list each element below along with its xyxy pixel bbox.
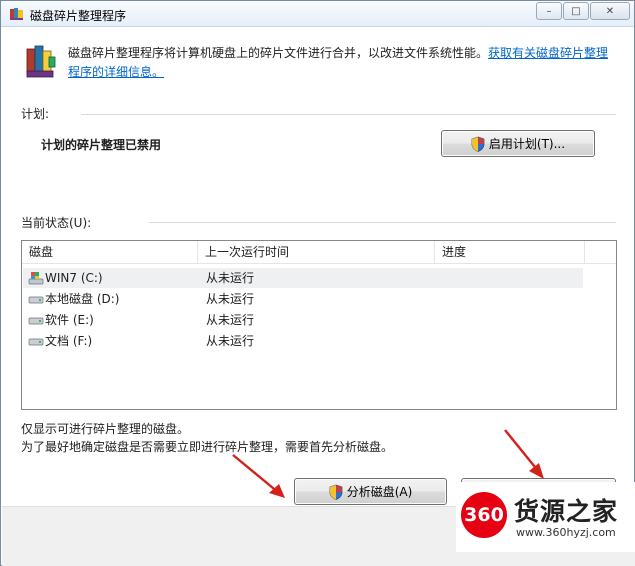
disk-last-run: 从未运行 — [206, 334, 255, 348]
close-button[interactable]: ✕ — [590, 2, 630, 20]
intro-description: 磁盘碎片整理程序将计算机硬盘上的碎片文件进行合并，以改进文件系统性能。 — [68, 46, 489, 60]
enable-schedule-button[interactable]: 启用计划(T)... — [441, 130, 595, 157]
analyze-disk-button[interactable]: 分析磁盘(A) — [294, 478, 447, 505]
hard-drive-icon — [28, 317, 44, 325]
title-bar: 磁盘碎片整理程序 – □ ✕ — [1, 1, 634, 27]
minimize-icon: – — [546, 5, 552, 17]
disk-last-run: 从未运行 — [206, 313, 255, 327]
maximize-button[interactable]: □ — [563, 2, 589, 20]
minimize-button[interactable]: – — [536, 2, 562, 20]
watermark-url: www.360hyzj.com — [516, 526, 616, 539]
disk-row[interactable]: WIN7 (C:) 从未运行 — [23, 268, 583, 288]
window-title: 磁盘碎片整理程序 — [30, 9, 127, 23]
annotation-arrow-left — [232, 454, 285, 498]
uac-shield-icon — [471, 136, 485, 152]
current-status-divider — [149, 222, 616, 223]
watermark-title: 货源之家 — [514, 497, 619, 526]
hard-drive-icon — [28, 296, 44, 304]
disk-list[interactable]: 磁盘 上一次运行时间 进度 WIN7 (C:) 从未运行 本地磁盘 (D:) 从… — [21, 240, 617, 410]
schedule-divider — [81, 114, 616, 115]
schedule-section-label: 计划: — [21, 107, 50, 121]
window-controls: – □ ✕ — [535, 2, 630, 20]
disk-name: 文档 (F:) — [45, 334, 93, 348]
uac-shield-icon — [329, 484, 343, 500]
defrag-large-icon — [26, 45, 56, 78]
column-header-progress[interactable]: 进度 — [435, 241, 585, 263]
disk-row[interactable]: 本地磁盘 (D:) 从未运行 — [23, 289, 583, 309]
disk-list-header: 磁盘 上一次运行时间 进度 — [22, 241, 616, 264]
watermark: 360 货源之家 www.360hyzj.com — [456, 482, 635, 552]
column-header-last-run[interactable]: 上一次运行时间 — [198, 241, 435, 263]
disk-name: 本地磁盘 (D:) — [45, 292, 120, 306]
disk-name: WIN7 (C:) — [45, 271, 103, 285]
annotation-arrow-right — [504, 429, 544, 479]
system-drive-icon — [28, 272, 44, 285]
intro-text: 磁盘碎片整理程序将计算机硬盘上的碎片文件进行合并，以改进文件系统性能。获取有关磁… — [68, 44, 618, 82]
note-defrag-eligible: 仅显示可进行碎片整理的磁盘。 — [21, 422, 190, 436]
hard-drive-icon — [28, 338, 44, 346]
defrag-window: 磁盘碎片整理程序 – □ ✕ 磁盘碎片整理程序将计算机硬盘上的碎片文件进行合并，… — [0, 0, 635, 566]
current-status-label: 当前状态(U): — [21, 216, 92, 230]
disk-last-run: 从未运行 — [206, 292, 255, 306]
disk-name: 软件 (E:) — [45, 313, 94, 327]
note-analyze-first: 为了最好地确定磁盘是否需要立即进行碎片整理，需要首先分析磁盘。 — [21, 440, 394, 454]
watermark-badge: 360 — [461, 492, 507, 538]
disk-last-run: 从未运行 — [206, 271, 255, 285]
analyze-disk-label: 分析磁盘(A) — [346, 485, 413, 499]
disk-row[interactable]: 文档 (F:) 从未运行 — [23, 331, 583, 351]
defrag-app-icon — [10, 8, 23, 20]
close-icon: ✕ — [605, 5, 615, 17]
schedule-status: 计划的碎片整理已禁用 — [41, 138, 162, 152]
maximize-icon: □ — [571, 5, 581, 17]
enable-schedule-label: 启用计划(T)... — [488, 137, 566, 151]
disk-row[interactable]: 软件 (E:) 从未运行 — [23, 310, 583, 330]
column-header-disk[interactable]: 磁盘 — [22, 241, 198, 263]
